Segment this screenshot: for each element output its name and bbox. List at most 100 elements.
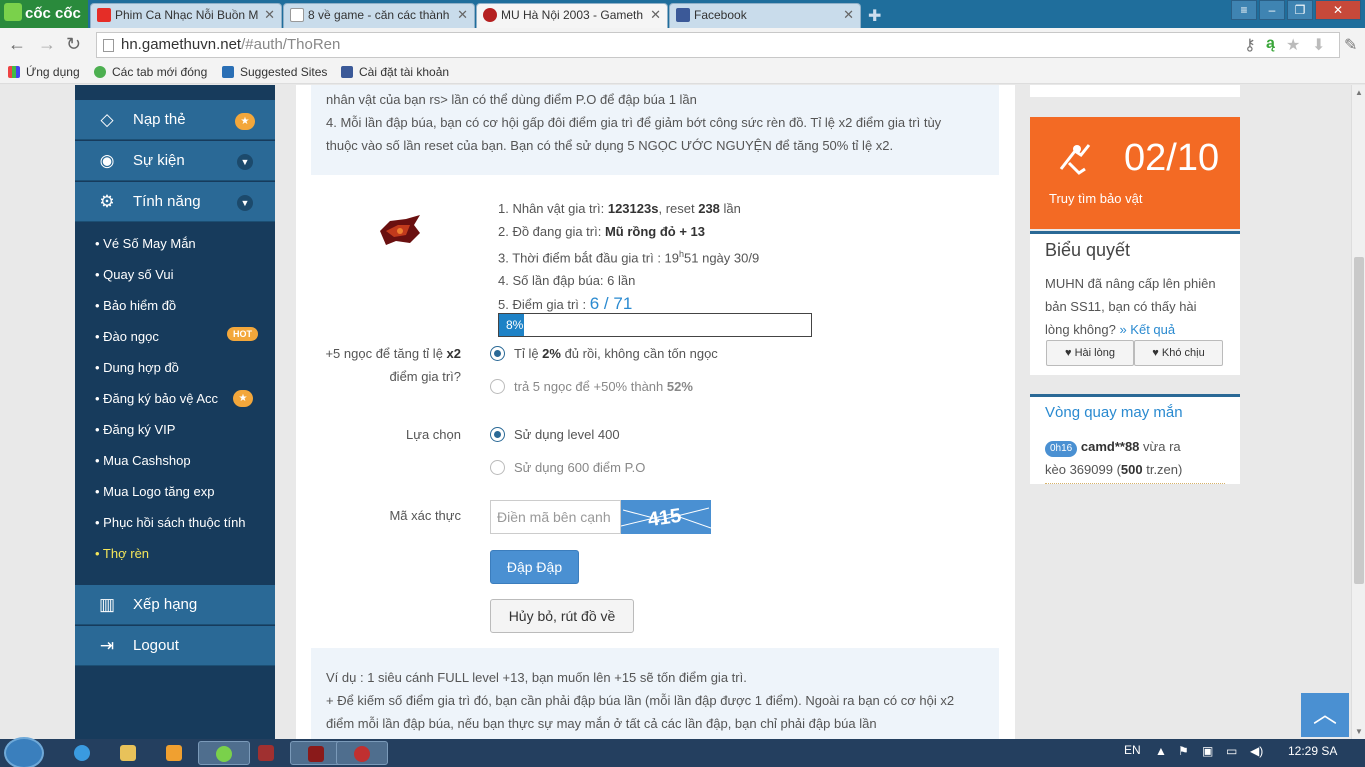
taskbar-explorer[interactable] <box>102 741 154 765</box>
hot-badge: HOT <box>227 327 258 341</box>
language-indicator[interactable]: EN <box>1124 743 1141 757</box>
reload-icon[interactable]: ↻ <box>66 34 81 55</box>
close-tab-icon[interactable]: ✕ <box>457 4 468 26</box>
system-clock[interactable]: 12:29 SA <box>1288 744 1337 758</box>
forward-icon[interactable]: → <box>38 34 56 55</box>
captcha-input[interactable]: Điền mã bên cạnh <box>490 500 621 534</box>
scrollbar-thumb[interactable] <box>1354 257 1364 584</box>
maximize-icon[interactable]: ❐ <box>1287 0 1313 20</box>
network-icon[interactable]: ▣ <box>1202 744 1213 758</box>
url-input[interactable]: hn.gamethuvn.net/#auth/ThoRen <box>96 32 1340 58</box>
cogs-icon: ⚙ <box>99 192 115 211</box>
close-tab-icon[interactable]: ✕ <box>650 4 661 26</box>
new-tab-icon[interactable]: ✚ <box>868 6 881 26</box>
sidebar-item-nap-the[interactable]: ◇ Nạp thẻ ★ <box>75 100 275 140</box>
tray-arrow-icon[interactable]: ▲ <box>1155 744 1167 758</box>
windows-start-button[interactable] <box>4 737 44 767</box>
coccoc-logo[interactable]: cốc cốc <box>0 0 88 28</box>
sub-item-tho-ren[interactable]: • Thợ rèn <box>95 546 149 561</box>
poll-title: Biểu quyết <box>1045 240 1131 260</box>
x2-option-free-label: Tỉ lệ 2% đủ rồi, không cần tốn ngọc <box>514 346 718 361</box>
widget-top-fragment <box>1030 85 1240 97</box>
chevron-up-icon: ︿ <box>1313 701 1337 728</box>
monitor-icon[interactable]: ▭ <box>1226 744 1237 758</box>
page-scrollbar[interactable]: ▲ ▼ <box>1351 85 1365 739</box>
bookmarks-bar: Ứng dụng Các tab mới đóng Suggested Site… <box>0 62 1365 84</box>
detail-character: 1. Nhân vật gia trì: 123123s, reset 238 … <box>498 201 741 216</box>
page-icon <box>103 39 114 52</box>
poll-widget: Biểu quyết MUHN đã nâng cấp lên phiên bả… <box>1030 231 1240 375</box>
settings-wrench-icon[interactable]: ✎ <box>1344 35 1357 55</box>
choice-radio-level[interactable] <box>490 427 505 442</box>
scroll-to-top-button[interactable]: ︿ <box>1301 693 1349 737</box>
sub-item-logo-exp[interactable]: • Mua Logo tăng exp <box>95 484 214 499</box>
captcha-image[interactable]: 415 <box>621 500 711 534</box>
taskbar-app-1[interactable] <box>240 741 292 765</box>
facebook-icon <box>676 8 690 22</box>
x2-radio-gem[interactable] <box>490 379 505 394</box>
taskbar-app-2[interactable] <box>290 741 342 765</box>
taskbar-ie[interactable] <box>56 741 108 765</box>
choice-radio-po[interactable] <box>490 460 505 475</box>
captcha-label: Mã xác thực <box>389 508 461 523</box>
x2-radio-free[interactable] <box>490 346 505 361</box>
browser-tab-2[interactable]: 8 về game - căn các thành ✕ <box>283 3 475 28</box>
sidebar-item-tinh-nang[interactable]: ⚙ Tính năng ▼ <box>75 182 275 222</box>
close-tab-icon[interactable]: ✕ <box>264 4 275 26</box>
minimize-icon[interactable]: – <box>1259 0 1285 20</box>
choice-label: Lựa chọn <box>406 427 461 442</box>
browser-tab-3[interactable]: MU Hà Nội 2003 - Gameth ✕ <box>476 3 668 28</box>
vietnamese-input-icon[interactable]: ą <box>1266 35 1275 53</box>
bookmark-star-icon[interactable]: ★ <box>1286 35 1300 55</box>
poll-result-link[interactable]: » Kết quả <box>1119 322 1175 337</box>
android-icon: ◉ <box>99 151 115 170</box>
treasure-hunt-widget[interactable]: 02/10 Truy tìm bảo vật <box>1030 117 1240 229</box>
cancel-withdraw-button[interactable]: Hủy bỏ, rút đồ về <box>490 599 634 633</box>
diamond-icon: ◇ <box>100 110 114 129</box>
internet-explorer-icon <box>74 745 90 761</box>
chevron-down-icon: ▼ <box>237 195 253 211</box>
tab-title: 8 về game - căn các thành <box>308 8 450 22</box>
item-dragon-helm-image <box>380 215 420 245</box>
close-tab-icon[interactable]: ✕ <box>843 4 854 26</box>
sidebar-item-su-kien[interactable]: ◉ Sự kiện ▼ <box>75 141 275 181</box>
coccoc-icon <box>216 746 232 762</box>
sub-item-quay-so[interactable]: • Quay số Vui <box>95 267 174 282</box>
taskbar-media[interactable] <box>148 741 200 765</box>
sub-item-ve-so[interactable]: • Vé Số May Mắn <box>95 236 196 251</box>
scroll-up-arrow-icon[interactable]: ▲ <box>1355 88 1363 97</box>
poll-like-button[interactable]: ♥ Hài lòng <box>1046 340 1134 366</box>
sidebar-item-logout[interactable]: ⇥ Logout <box>75 626 275 666</box>
sub-item-dung-hop[interactable]: • Dung hợp đồ <box>95 360 179 375</box>
submit-hammer-button[interactable]: Đập Đập <box>490 550 579 584</box>
bookmark-apps[interactable]: Ứng dụng <box>8 65 80 79</box>
sub-item-bao-hiem[interactable]: • Bảo hiểm đồ <box>95 298 176 313</box>
bookmark-account-settings[interactable]: Cài đặt tài khoản <box>341 65 449 79</box>
poll-dislike-button[interactable]: ♥ Khó chịu <box>1134 340 1223 366</box>
back-icon[interactable]: ← <box>8 34 26 55</box>
mu-app-icon <box>308 746 324 762</box>
sub-item-phuc-hoi-sach[interactable]: • Phục hồi sách thuộc tính <box>95 515 246 530</box>
taskbar-app-3[interactable] <box>336 741 388 765</box>
bookmark-recent-tabs[interactable]: Các tab mới đóng <box>94 65 207 79</box>
scroll-down-arrow-icon[interactable]: ▼ <box>1355 727 1363 736</box>
main-content: nhân vật của bạn rs> lần có thể dùng điể… <box>296 85 1015 739</box>
action-center-icon[interactable]: ⚑ <box>1178 744 1189 758</box>
lucky-wheel-title[interactable]: Vòng quay may mắn <box>1045 404 1183 421</box>
close-window-icon[interactable]: ✕ <box>1315 0 1361 20</box>
sub-item-dao-ngoc[interactable]: • Đào ngọc HOT <box>95 327 258 344</box>
mu-launcher-icon <box>354 746 370 762</box>
rules-box: nhân vật của bạn rs> lần có thể dùng điể… <box>311 85 999 175</box>
sidebar-item-xep-hang[interactable]: ▥ Xếp hạng <box>75 585 275 625</box>
download-icon[interactable]: ⬇ <box>1312 35 1325 55</box>
browser-tab-1[interactable]: Phim Ca Nhạc Nỗi Buồn M ✕ <box>90 3 282 28</box>
menu-icon[interactable]: ≡ <box>1231 0 1257 20</box>
bar-chart-icon: ▥ <box>98 595 116 614</box>
sub-item-cashshop[interactable]: • Mua Cashshop <box>95 453 191 468</box>
sub-item-vip[interactable]: • Đăng ký VIP <box>95 422 175 437</box>
sub-item-bao-ve-acc[interactable]: • Đăng ký bảo vệ Acc ★ <box>95 390 253 407</box>
bookmark-suggested-sites[interactable]: Suggested Sites <box>222 65 327 79</box>
browser-tab-4[interactable]: Facebook ✕ <box>669 3 861 28</box>
volume-icon[interactable]: ◀) <box>1250 744 1263 758</box>
key-icon[interactable]: ⚷ <box>1244 35 1256 55</box>
